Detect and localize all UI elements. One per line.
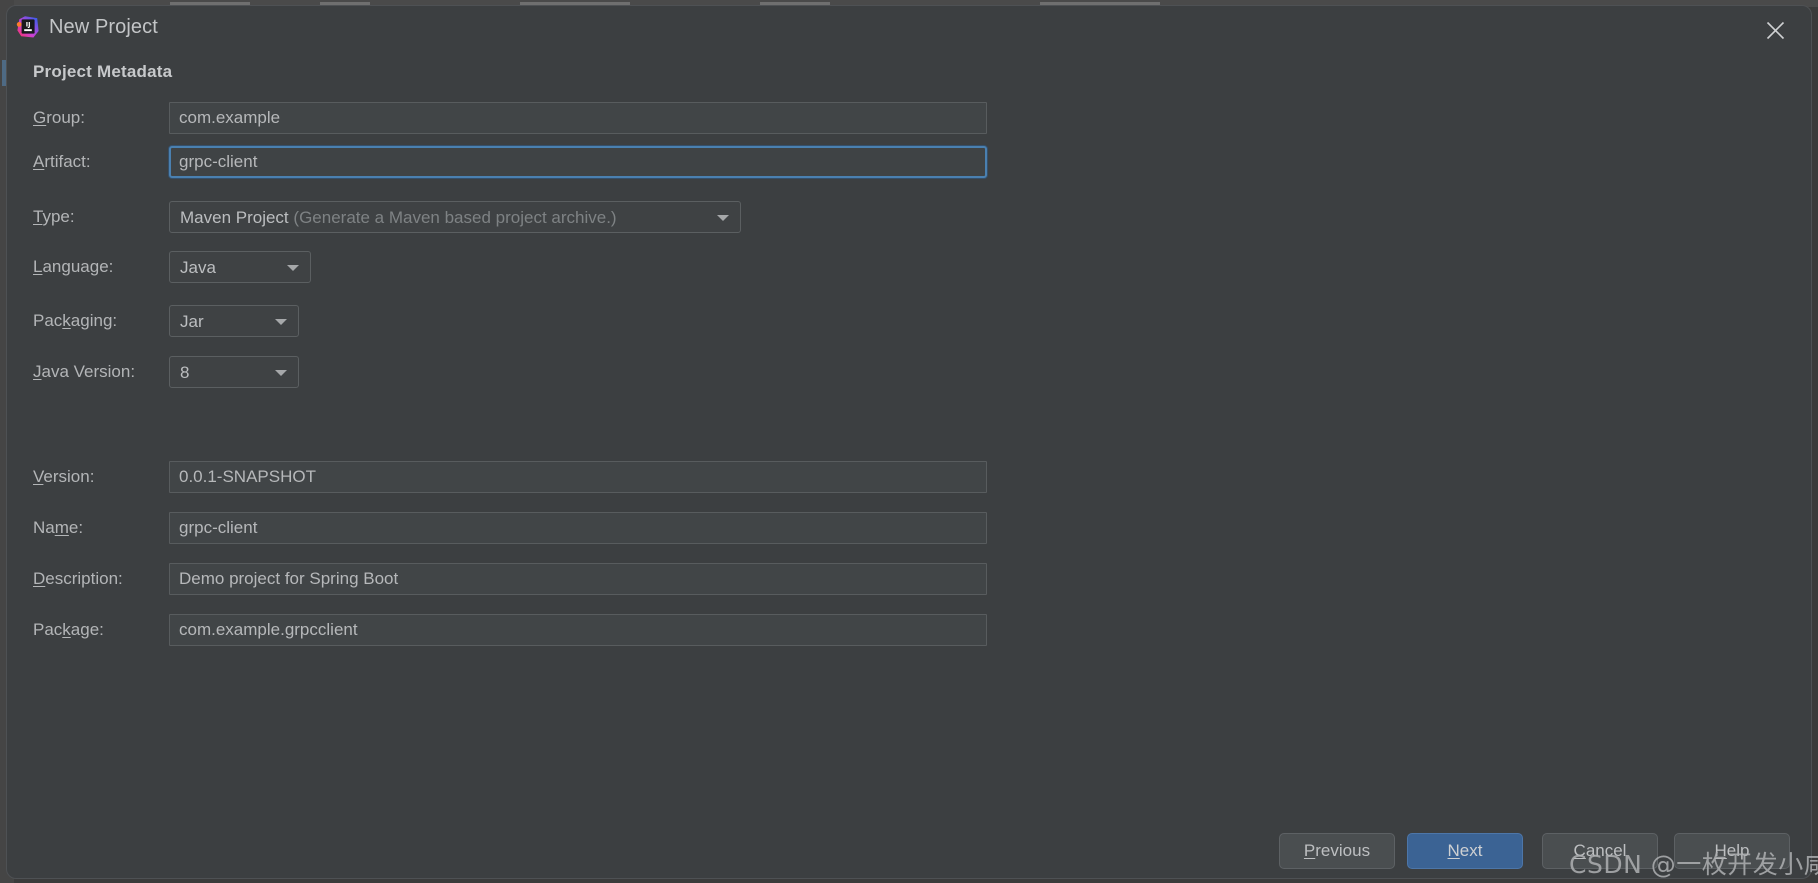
label-artifact: Artifact: [33, 146, 91, 178]
label-version-mnemonic: V [33, 467, 44, 486]
label-description: Description: [33, 563, 123, 595]
label-group-text: roup: [46, 108, 85, 127]
name-input[interactable] [169, 512, 987, 544]
label-version: Version: [33, 461, 94, 493]
field-row-group: Group: [7, 102, 1811, 134]
field-row-artifact: Artifact: [7, 146, 1811, 178]
packaging-combobox[interactable]: Jar [169, 305, 299, 337]
java-version-combobox[interactable]: 8 [169, 356, 299, 388]
label-package-pre: Pac [33, 620, 63, 639]
chevron-down-icon [275, 370, 287, 376]
version-input[interactable] [169, 461, 987, 493]
java-version-combobox-value: 8 [180, 363, 190, 382]
label-name-text: e: [68, 518, 84, 537]
svg-text:IJ: IJ [26, 20, 31, 28]
label-description-text: escription: [45, 569, 123, 588]
label-name-mnemonic: m [54, 518, 69, 537]
chevron-down-icon [287, 265, 299, 271]
next-button-label: ext [1459, 841, 1483, 860]
watermark-text: CSDN @一枚开发小咸鱼 [1569, 850, 1818, 879]
label-language-text: anguage: [42, 257, 114, 276]
next-button[interactable]: Next [1407, 833, 1523, 869]
previous-button-mnemonic: P [1303, 841, 1316, 860]
artifact-input[interactable] [169, 146, 987, 178]
description-input[interactable] [169, 563, 987, 595]
label-packaging-pre: Pac [33, 311, 63, 330]
page-title: Project Metadata [33, 62, 173, 81]
language-combobox[interactable]: Java [169, 251, 311, 283]
label-java-version-text: ava Version: [41, 362, 136, 381]
field-row-language: Language: Java [7, 251, 1811, 283]
label-package-mnemonic: k [62, 620, 71, 639]
field-row-package: Package: [7, 614, 1811, 646]
label-packaging: Packaging: [33, 305, 117, 337]
close-button[interactable] [1753, 11, 1799, 45]
type-combobox-value: Maven Project [180, 208, 289, 227]
label-package-text: age: [70, 620, 104, 639]
packaging-combobox-value: Jar [180, 312, 204, 331]
label-java-version: Java Version: [33, 356, 135, 388]
package-input[interactable] [169, 614, 987, 646]
previous-button[interactable]: Previous [1279, 833, 1395, 869]
label-artifact-text: rtifact: [44, 152, 91, 171]
field-row-description: Description: [7, 563, 1811, 595]
label-name-pre: Na [33, 518, 55, 537]
language-combobox-value: Java [180, 258, 216, 277]
label-packaging-mnemonic: k [62, 311, 71, 330]
field-row-name: Name: [7, 512, 1811, 544]
label-java-version-mnemonic: J [33, 362, 42, 381]
field-row-type: Type: Maven Project (Generate a Maven ba… [7, 201, 1811, 233]
chevron-down-icon [717, 215, 729, 221]
label-artifact-mnemonic: A [33, 152, 45, 171]
label-packaging-text: aging: [70, 311, 118, 330]
close-icon [1766, 21, 1785, 40]
label-version-text: ersion: [43, 467, 95, 486]
field-row-version: Version: [7, 461, 1811, 493]
dialog-titlebar: IJ New Project [7, 6, 1811, 50]
label-package: Package: [33, 614, 104, 646]
type-combobox[interactable]: Maven Project (Generate a Maven based pr… [169, 201, 741, 233]
next-button-mnemonic: N [1447, 841, 1460, 860]
label-group: Group: [33, 102, 85, 134]
field-row-packaging: Packaging: Jar [7, 305, 1811, 337]
label-language: Language: [33, 251, 113, 283]
field-row-java-version: Java Version: 8 [7, 356, 1811, 388]
type-combobox-hint: (Generate a Maven based project archive.… [293, 208, 617, 227]
new-project-dialog: IJ New Project Project Metadata Group: A… [7, 6, 1811, 878]
intellij-idea-logo-icon: IJ [16, 15, 40, 39]
type-combobox-value-wrap: Maven Project (Generate a Maven based pr… [180, 202, 617, 233]
label-name: Name: [33, 512, 83, 544]
label-description-mnemonic: D [33, 569, 46, 588]
label-group-mnemonic: G [33, 108, 47, 127]
group-input[interactable] [169, 102, 987, 134]
chevron-down-icon [275, 319, 287, 325]
label-type: Type: [33, 201, 75, 233]
label-type-text: ype: [42, 207, 75, 226]
previous-button-label: revious [1315, 841, 1371, 860]
dialog-title: New Project [49, 16, 158, 38]
